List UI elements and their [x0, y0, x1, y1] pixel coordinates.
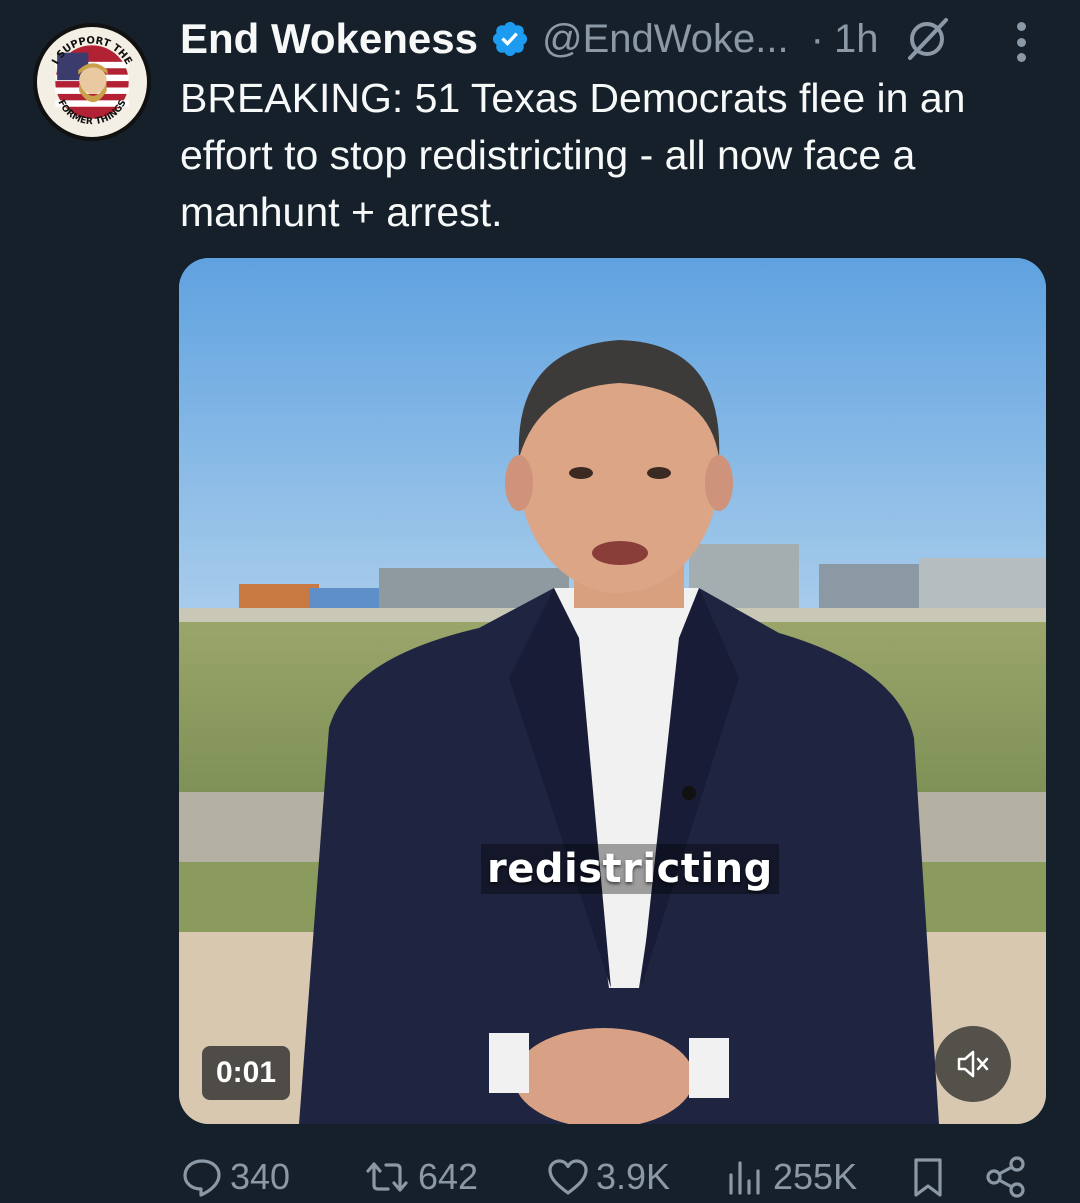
author-handle[interactable]: @EndWoke...: [542, 17, 789, 62]
video-elapsed-time: 0:01: [202, 1046, 291, 1100]
tweet-header: End Wokeness @EndWoke... · 1h: [180, 14, 950, 64]
video-caption: redistricting: [481, 844, 779, 894]
reply-count: 340: [230, 1156, 291, 1197]
tweet-actions: 340 642 3.9K 255K: [180, 1150, 1040, 1203]
video-frame: [179, 258, 1046, 1124]
share-button[interactable]: [984, 1150, 1028, 1203]
views-bars-icon: [729, 1161, 760, 1195]
verified-badge-icon: [490, 19, 530, 59]
speaker-muted-icon[interactable]: [935, 1026, 1011, 1102]
views-button[interactable]: 255K: [723, 1150, 857, 1203]
reply-button[interactable]: 340: [180, 1150, 290, 1203]
share-icon: [986, 1156, 1025, 1198]
author-display-name[interactable]: End Wokeness: [180, 15, 478, 63]
tweet-time[interactable]: 1h: [834, 17, 879, 62]
like-count: 3.9K: [596, 1156, 671, 1197]
repost-arrows-icon: [366, 1162, 408, 1192]
bookmark-button[interactable]: [906, 1150, 950, 1203]
heart-icon: [548, 1159, 588, 1195]
grok-icon[interactable]: [904, 16, 950, 62]
repost-button[interactable]: 642: [362, 1150, 478, 1203]
video-player[interactable]: redistricting 0:01: [179, 258, 1046, 1124]
meta-separator: ·: [810, 16, 824, 61]
tweet-text: BREAKING: 51 Texas Democrats flee in an …: [180, 75, 966, 235]
repost-count: 642: [418, 1156, 479, 1197]
tweet[interactable]: I SUPPORT THE FORMER THINGS End Wokeness…: [0, 0, 1080, 1203]
more-dots-icon[interactable]: [1006, 22, 1036, 62]
author-avatar[interactable]: I SUPPORT THE FORMER THINGS: [33, 23, 151, 141]
avatar-logo: I SUPPORT THE FORMER THINGS: [40, 30, 144, 134]
bookmark-icon: [914, 1158, 942, 1197]
views-count: 255K: [773, 1156, 858, 1197]
like-button[interactable]: 3.9K: [546, 1150, 670, 1203]
reply-bubble-icon: [183, 1159, 221, 1197]
